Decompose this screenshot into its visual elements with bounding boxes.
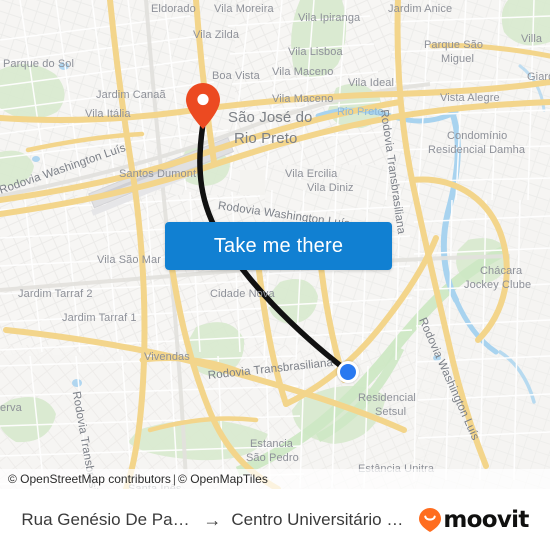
map-pin-icon <box>186 83 220 129</box>
moovit-map-screen: Eldorado Vila Moreira Vila Ipiranga Jardim … <box>0 0 550 550</box>
take-me-there-button[interactable]: Take me there <box>165 222 392 270</box>
openmaptiles-attribution-link[interactable]: © OpenMapTiles <box>178 472 268 486</box>
moovit-logo[interactable]: moovit <box>419 506 529 533</box>
destination-marker-dot[interactable] <box>337 361 359 383</box>
moovit-wordmark: moovit <box>443 506 529 533</box>
arrow-right-icon: → <box>203 509 222 530</box>
footer-origin-label: Rua Genésio De Pace… <box>21 509 194 529</box>
footer-destination-label: Centro Universitário De Rio… <box>231 509 403 529</box>
route-footer-bar: Rua Genésio De Pace… → Centro Universitá… <box>0 489 550 550</box>
origin-marker-pin[interactable] <box>186 83 220 129</box>
osm-attribution-link[interactable]: © OpenStreetMap contributors <box>8 472 171 486</box>
map-canvas[interactable]: Eldorado Vila Moreira Vila Ipiranga Jardim … <box>0 0 550 489</box>
map-attribution: © OpenStreetMap contributors | © OpenMapTi… <box>0 469 550 489</box>
attribution-separator: | <box>172 472 177 486</box>
moovit-pin-icon <box>419 507 442 532</box>
